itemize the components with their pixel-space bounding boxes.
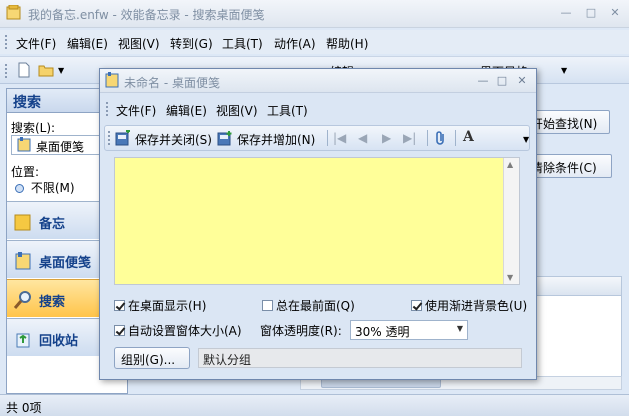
menu-tools[interactable]: 工具(T) [222,35,263,52]
sticky-note-icon [17,137,31,152]
sticky-note-dialog: 未命名 - 桌面便笺 — □ ✕ 文件(F) 编辑(E) 视图(V) 工具(T)… [99,68,537,380]
nav-category-label: 回收站 [39,334,79,349]
save-add-icon [217,131,232,146]
checkbox-checked-icon[interactable] [411,300,422,311]
maximize-button[interactable]: □ [581,4,601,22]
checkbox-checked-icon[interactable] [114,325,125,336]
first-record-icon[interactable]: |◀ [333,131,346,145]
dialog-maximize-button[interactable]: □ [493,72,511,90]
location-value: 不限(M) [30,181,75,195]
save-close-button[interactable]: 保存并关闭(S) [135,131,212,148]
clear-conditions-button[interactable]: 清除条件(C) [524,154,612,178]
gradient-bg-checkbox[interactable]: 使用渐进背景色(U) [411,297,527,314]
status-bar: 共 0项 [0,394,629,416]
status-text: 共 0项 [6,401,42,415]
new-document-icon[interactable] [16,62,32,78]
style-dropdown-icon[interactable]: ▼ [561,66,567,75]
dialog-toolbar: 保存并关闭(S) 保存并增加(N) |◀ ◀ ▶ ▶| A ▼ [104,125,530,151]
radio-icon[interactable] [15,184,24,193]
location-option[interactable]: 不限(M) [11,179,75,196]
dialog-toolbar-grip[interactable] [108,131,111,145]
open-folder-icon[interactable] [38,62,54,78]
results-list[interactable] [536,296,622,388]
always-on-top-label: 总在最前面(Q) [276,299,355,313]
next-record-icon[interactable]: ▶ [382,131,391,145]
nav-category-label: 备忘 [39,217,66,232]
sticky-note-icon [105,72,119,88]
save-add-button[interactable]: 保存并增加(N) [237,131,315,148]
chevron-down-icon[interactable]: ▼ [457,324,463,333]
dialog-menu-tools[interactable]: 工具(T) [267,102,308,119]
dialog-title: 未命名 - 桌面便笺 [124,76,220,90]
dialog-menu-bar: 文件(F) 编辑(E) 视图(V) 工具(T) [100,97,536,121]
scroll-up-icon[interactable]: ▲ [507,160,513,169]
nav-category-label: 桌面便笺 [39,256,92,271]
menu-goto[interactable]: 转到(G) [170,35,213,52]
toolbar-grip[interactable] [5,64,8,78]
save-close-icon [115,130,130,146]
desktop-note-icon [15,252,31,270]
nav-category-label: 搜索 [39,295,66,310]
scroll-down-icon[interactable]: ▼ [507,273,513,282]
results-header [536,276,622,296]
memo-icon [14,214,31,231]
dialog-menu-grip[interactable] [106,102,109,116]
menu-action[interactable]: 动作(A) [274,35,316,52]
opacity-select[interactable]: 30% 透明 ▼ [350,320,468,340]
chevron-down-icon[interactable]: ▼ [58,66,64,75]
dialog-menu-view[interactable]: 视图(V) [216,102,258,119]
dialog-minimize-button[interactable]: — [474,72,492,90]
dialog-close-button[interactable]: ✕ [513,72,531,90]
note-text-area[interactable]: ▲ ▼ [114,157,520,285]
opacity-value: 30% 透明 [355,325,410,339]
menu-file[interactable]: 文件(F) [16,35,56,52]
gradient-bg-label: 使用渐进背景色(U) [425,299,528,313]
font-icon[interactable]: A [463,129,474,145]
checkbox-unchecked-icon[interactable] [262,300,273,311]
main-menu-bar: 文件(F) 编辑(E) 视图(V) 转到(G) 工具(T) 动作(A) 帮助(H… [0,30,629,54]
menu-grip[interactable] [5,35,8,49]
toolbar-separator [427,130,428,146]
search-icon [13,291,31,309]
toolbar-overflow-icon[interactable]: ▼ [523,135,529,144]
dialog-menu-file[interactable]: 文件(F) [116,102,156,119]
dialog-title-bar[interactable]: 未命名 - 桌面便笺 — □ ✕ [100,69,536,93]
group-field: 默认分组 [198,348,522,368]
close-button[interactable]: ✕ [605,4,625,22]
show-on-desktop-label: 在桌面显示(H) [128,299,207,313]
group-button[interactable]: 组别(G)... [114,347,190,369]
toolbar-separator [327,130,328,146]
location-label: 位置: [11,165,40,179]
search-label: 搜索(L): [11,121,56,135]
menu-edit[interactable]: 编辑(E) [67,35,108,52]
last-record-icon[interactable]: ▶| [403,131,416,145]
minimize-button[interactable]: — [556,4,576,22]
auto-size-checkbox[interactable]: 自动设置窗体大小(A) [114,322,242,339]
menu-help[interactable]: 帮助(H) [326,35,368,52]
recycle-bin-icon [16,333,30,348]
menu-view[interactable]: 视图(V) [118,35,160,52]
previous-record-icon[interactable]: ◀ [358,131,367,145]
show-on-desktop-checkbox[interactable]: 在桌面显示(H) [114,297,206,314]
app-icon [6,5,21,20]
dialog-menu-edit[interactable]: 编辑(E) [166,102,207,119]
always-on-top-checkbox[interactable]: 总在最前面(Q) [262,297,355,314]
auto-size-label: 自动设置窗体大小(A) [128,324,242,338]
opacity-label: 窗体透明度(R): [260,324,342,338]
toolbar-separator [455,130,456,146]
paperclip-icon[interactable] [433,130,449,146]
main-title: 我的备忘.enfw - 效能备忘录 - 搜索桌面便笺 [28,8,265,22]
main-title-bar: 我的备忘.enfw - 效能备忘录 - 搜索桌面便笺 — □ ✕ [0,0,629,28]
search-type-value: 桌面便笺 [36,140,85,154]
checkbox-checked-icon[interactable] [114,300,125,311]
note-scrollbar[interactable]: ▲ ▼ [503,158,519,284]
